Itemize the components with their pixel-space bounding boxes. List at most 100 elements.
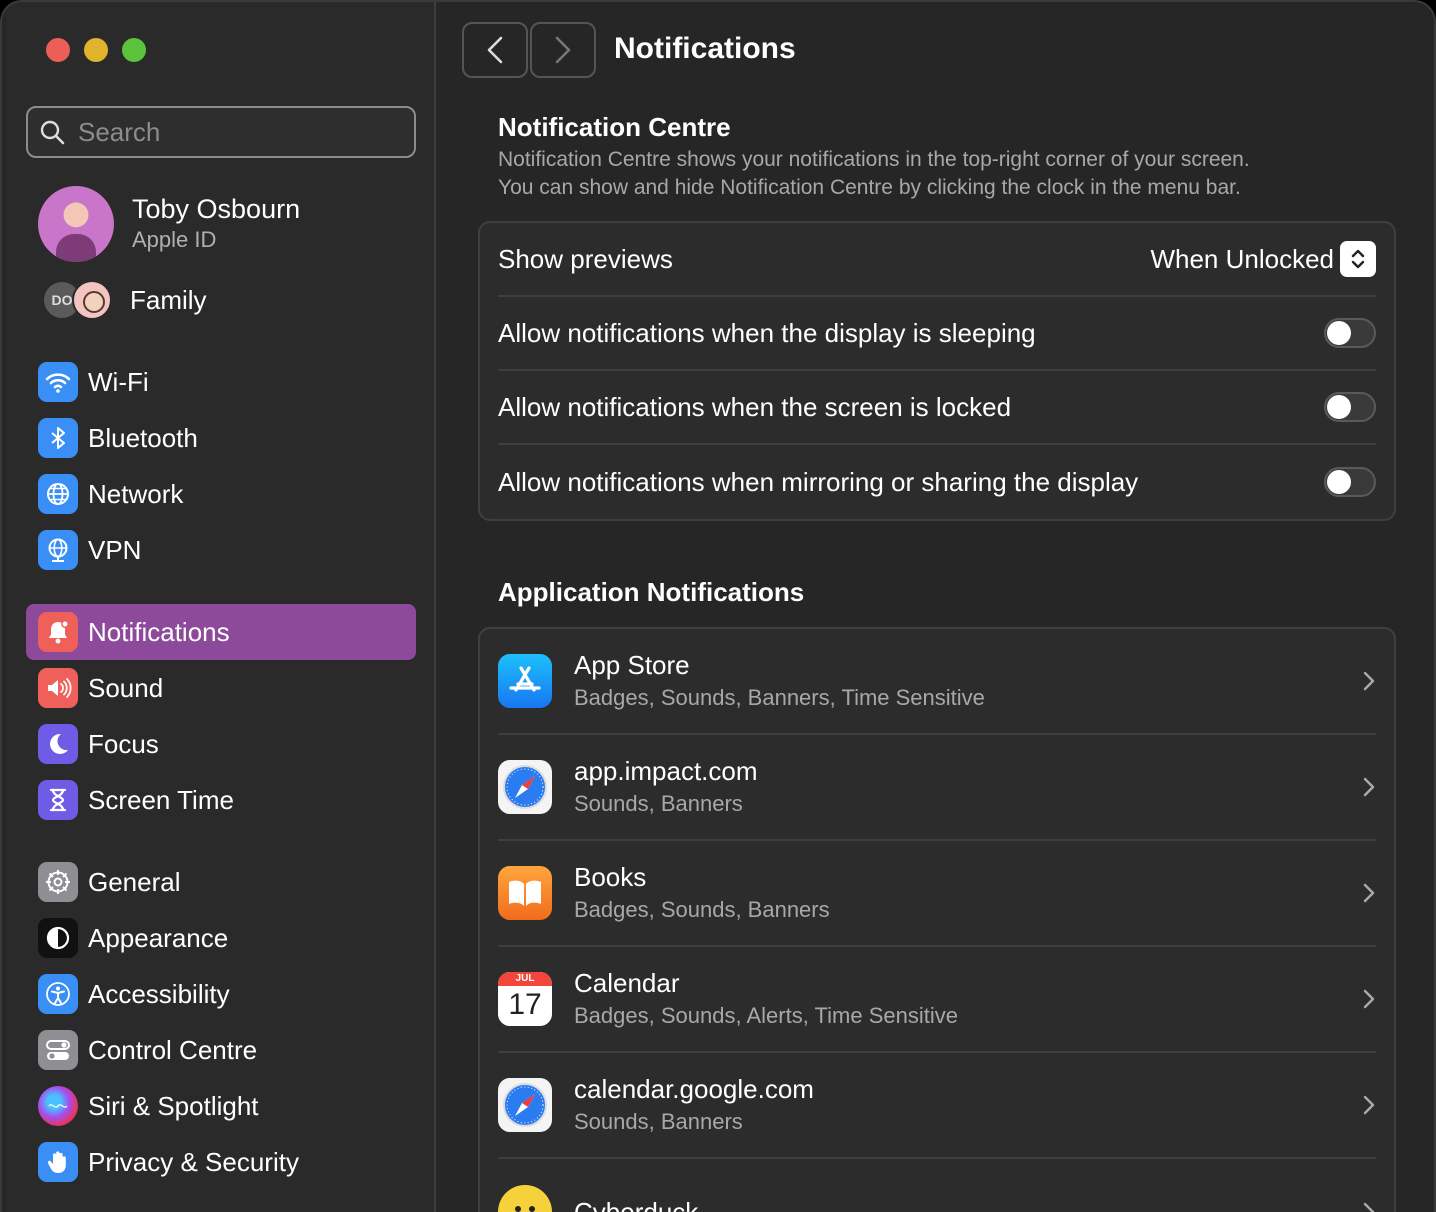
settings-window: Toby Osbourn Apple ID DO Family Wi-Fi Bl… [0, 0, 1436, 1212]
sidebar-item-focus[interactable]: Focus [26, 716, 416, 772]
search-icon [40, 120, 65, 145]
avatar [38, 186, 114, 262]
up-down-chevron-icon [1340, 241, 1376, 277]
books-icon [498, 866, 552, 920]
sidebar-item-label: Bluetooth [88, 422, 198, 453]
app-name: App Store [574, 650, 690, 680]
screen-locked-toggle[interactable] [1324, 392, 1376, 422]
chevron-right-icon [1363, 671, 1375, 691]
sidebar-item-network[interactable]: Network [26, 466, 416, 522]
sidebar: Toby Osbourn Apple ID DO Family Wi-Fi Bl… [6, 2, 436, 1212]
vpn-globe-icon [38, 530, 78, 570]
hand-icon [38, 1142, 78, 1182]
zoom-button[interactable] [122, 38, 146, 62]
chevron-left-icon [487, 36, 503, 64]
bluetooth-icon [38, 418, 78, 458]
sidebar-item-accessibility[interactable]: Accessibility [26, 966, 416, 1022]
sidebar-item-privacy-security[interactable]: Privacy & Security [26, 1134, 416, 1190]
sidebar-item-label: Appearance [88, 922, 229, 953]
sidebar-item-wifi[interactable]: Wi-Fi [26, 354, 416, 410]
family-label: Family [130, 284, 207, 315]
mirroring-toggle[interactable] [1324, 467, 1376, 497]
app-row-app-impact[interactable]: app.impact.com Sounds, Banners [498, 735, 1376, 841]
toggle-label: Allow notifications when mirroring or sh… [498, 466, 1139, 497]
sidebar-item-label: Privacy & Security [88, 1146, 299, 1177]
sidebar-item-vpn[interactable]: VPN [26, 522, 416, 578]
accessibility-icon [38, 974, 78, 1014]
sidebar-item-control-centre[interactable]: Control Centre [26, 1022, 416, 1078]
sidebar-item-label: Wi-Fi [88, 366, 149, 397]
sidebar-item-bluetooth[interactable]: Bluetooth [26, 410, 416, 466]
sidebar-item-label: Accessibility [88, 978, 230, 1009]
app-notification-types: Sounds, Banners [574, 1109, 743, 1134]
chevron-right-icon [555, 36, 571, 64]
profile-name: Toby Osbourn [132, 194, 301, 224]
app-row-calendar[interactable]: JUL 17 Calendar Badges, Sounds, Alerts, … [498, 947, 1376, 1053]
toggle-row: Allow notifications when the display is … [498, 297, 1376, 371]
calendar-icon: JUL 17 [498, 972, 552, 1026]
chevron-right-icon [1363, 777, 1375, 797]
app-notification-types: Badges, Sounds, Banners, Time Sensitive [574, 685, 985, 710]
sidebar-item-label: Notifications [88, 616, 230, 647]
sidebar-item-siri-spotlight[interactable]: Siri & Spotlight [26, 1078, 416, 1134]
back-button[interactable] [462, 22, 528, 78]
search-field[interactable] [26, 106, 416, 158]
app-notification-types: Badges, Sounds, Banners [574, 897, 830, 922]
toggle-label: Allow notifications when the screen is l… [498, 391, 1012, 422]
family-item[interactable]: DO Family [42, 278, 207, 322]
chevron-right-icon [1363, 1095, 1375, 1115]
apple-id-profile[interactable]: Toby Osbourn Apple ID [38, 186, 300, 262]
app-row-app-store[interactable]: App Store Badges, Sounds, Banners, Time … [498, 629, 1376, 735]
sidebar-item-appearance[interactable]: Appearance [26, 910, 416, 966]
safari-icon [498, 760, 552, 814]
chevron-right-icon [1363, 883, 1375, 903]
app-name: Books [574, 862, 647, 892]
description-line: You can show and hide Notification Centr… [498, 176, 1241, 199]
app-notifications-title: Application Notifications [498, 577, 805, 607]
safari-icon [498, 1078, 552, 1132]
main-pane: Notifications Notification Centre Notifi… [438, 2, 1434, 1212]
hourglass-icon [38, 780, 78, 820]
sidebar-item-label: Control Centre [88, 1034, 258, 1065]
display-sleeping-toggle[interactable] [1324, 318, 1376, 348]
sidebar-item-general[interactable]: General [26, 854, 416, 910]
app-name: app.impact.com [574, 756, 758, 786]
bell-icon [38, 612, 78, 652]
chevron-right-icon [1363, 989, 1375, 1009]
sidebar-item-screen-time[interactable]: Screen Time [26, 772, 416, 828]
search-input[interactable] [78, 116, 398, 148]
profile-subtitle: Apple ID [132, 227, 217, 252]
app-row-calendar-google[interactable]: calendar.google.com Sounds, Banners [498, 1053, 1376, 1159]
description-line: Notification Centre shows your notificat… [498, 148, 1250, 171]
sidebar-item-label: Focus [88, 728, 159, 759]
app-notification-types: Badges, Sounds, Alerts, Time Sensitive [574, 1003, 958, 1028]
speaker-icon [38, 668, 78, 708]
close-button[interactable] [46, 38, 70, 62]
sidebar-item-sound[interactable]: Sound [26, 660, 416, 716]
forward-button[interactable] [530, 22, 596, 78]
app-row-books[interactable]: Books Badges, Sounds, Banners [498, 841, 1376, 947]
sidebar-item-label: Siri & Spotlight [88, 1090, 259, 1121]
cyberduck-icon [498, 1185, 552, 1212]
sidebar-item-label: Sound [88, 672, 164, 703]
switches-icon [38, 1030, 78, 1070]
minimize-button[interactable] [84, 38, 108, 62]
sidebar-item-label: Screen Time [88, 784, 234, 815]
chevron-right-icon [1363, 1202, 1375, 1212]
family-avatar-memoji [72, 280, 112, 320]
traffic-lights [46, 38, 146, 62]
notification-centre-title: Notification Centre [498, 112, 731, 142]
sidebar-item-notifications[interactable]: Notifications [26, 604, 416, 660]
toggle-row: Allow notifications when the screen is l… [498, 371, 1376, 445]
sidebar-item-label: General [88, 866, 181, 897]
app-store-icon [498, 654, 552, 708]
sidebar-item-label: Network [88, 478, 184, 509]
show-previews-select[interactable]: When Unlocked [1150, 241, 1376, 277]
show-previews-label: Show previews [498, 243, 673, 274]
app-row-cyberduck[interactable]: Cyberduck [498, 1159, 1376, 1212]
appearance-icon [38, 918, 78, 958]
notification-centre-description: Notification Centre shows your notificat… [498, 146, 1398, 202]
show-previews-value: When Unlocked [1150, 243, 1334, 274]
app-name: Calendar [574, 968, 680, 998]
app-notification-types: Sounds, Banners [574, 791, 743, 816]
